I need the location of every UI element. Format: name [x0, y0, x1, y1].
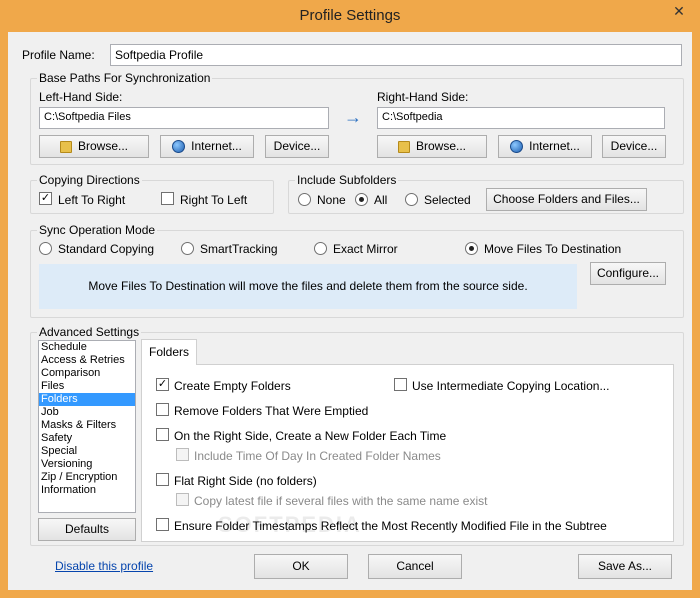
exact-mirror-radio[interactable] [314, 242, 327, 255]
arrow-right-icon: → [344, 107, 362, 127]
advanced-category-item[interactable]: Information [39, 484, 135, 497]
close-icon[interactable]: ✕ [664, 1, 694, 23]
folder-icon [397, 140, 410, 153]
advanced-category-list[interactable]: Schedule Access & Retries Comparison Files F… [38, 340, 136, 513]
new-folder-each-time-checkbox[interactable] [156, 428, 169, 441]
sync-mode-title: Sync Operation Mode [37, 223, 158, 237]
subfolders-all-radio[interactable] [355, 193, 368, 206]
advanced-category-item[interactable]: Versioning [39, 458, 135, 471]
advanced-category-item[interactable]: Zip / Encryption [39, 471, 135, 484]
move-files-radio[interactable] [465, 242, 478, 255]
right-path-input[interactable]: C:\Softpedia [377, 107, 665, 129]
base-paths-title: Base Paths For Synchronization [37, 71, 213, 85]
save-as-button[interactable]: Save As... [578, 554, 672, 579]
globe-icon [510, 140, 524, 154]
flat-right-side-checkbox[interactable] [156, 473, 169, 486]
defaults-button[interactable]: Defaults [38, 518, 136, 541]
advanced-category-item[interactable]: Access & Retries [39, 354, 135, 367]
include-time-checkbox[interactable] [176, 448, 189, 461]
right-internet-label: Internet... [529, 139, 580, 153]
subfolders-none-radio[interactable] [298, 193, 311, 206]
tab-folders[interactable]: Folders [141, 339, 197, 365]
new-folder-each-time-label: On the Right Side, Create a New Folder E… [174, 429, 447, 443]
left-to-right-checkbox[interactable]: ✓ [39, 192, 52, 205]
smarttracking-radio[interactable] [181, 242, 194, 255]
move-files-label: Move Files To Destination [484, 242, 622, 256]
right-device-button[interactable]: Device... [602, 135, 666, 158]
subfolders-selected-radio[interactable] [405, 193, 418, 206]
left-to-right-label: Left To Right [58, 193, 126, 207]
folder-icon [59, 140, 72, 153]
globe-icon [172, 140, 186, 154]
advanced-category-item[interactable]: Safety [39, 432, 135, 445]
intermediate-location-label: Use Intermediate Copying Location... [412, 379, 610, 393]
left-browse-button[interactable]: Browse... [39, 135, 149, 158]
advanced-settings-title: Advanced Settings [37, 325, 142, 339]
left-path-input[interactable]: C:\Softpedia Files [39, 107, 329, 129]
left-internet-label: Internet... [191, 139, 242, 153]
right-to-left-label: Right To Left [180, 193, 248, 207]
create-empty-folders-checkbox[interactable]: ✓ [156, 378, 169, 391]
intermediate-location-checkbox[interactable] [394, 378, 407, 391]
flat-right-side-label: Flat Right Side (no folders) [174, 474, 317, 488]
window-title: Profile Settings [299, 7, 401, 24]
sync-mode-description: Move Files To Destination will move the … [39, 264, 577, 309]
left-internet-button[interactable]: Internet... [160, 135, 254, 158]
exact-mirror-label: Exact Mirror [333, 242, 398, 256]
right-internet-button[interactable]: Internet... [498, 135, 592, 158]
choose-folders-button[interactable]: Choose Folders and Files... [486, 188, 647, 211]
include-time-label: Include Time Of Day In Created Folder Na… [194, 449, 441, 463]
left-browse-label: Browse... [77, 139, 128, 153]
right-browse-label: Browse... [415, 139, 466, 153]
copy-latest-checkbox[interactable] [176, 493, 189, 506]
subfolders-selected-label: Selected [424, 193, 471, 207]
copy-latest-label: Copy latest file if several files with t… [194, 494, 488, 508]
standard-copying-radio[interactable] [39, 242, 52, 255]
right-browse-button[interactable]: Browse... [377, 135, 487, 158]
subfolders-none-label: None [317, 193, 346, 207]
advanced-category-item[interactable]: Folders [39, 393, 135, 406]
left-device-button[interactable]: Device... [265, 135, 329, 158]
remove-emptied-label: Remove Folders That Were Emptied [174, 404, 369, 418]
include-subfolders-title: Include Subfolders [295, 173, 399, 187]
standard-copying-label: Standard Copying [58, 242, 155, 256]
smarttracking-label: SmartTracking [200, 242, 278, 256]
right-to-left-checkbox[interactable] [161, 192, 174, 205]
left-side-label: Left-Hand Side: [39, 90, 123, 104]
watermark-text: SOFTPEDIA [218, 512, 362, 537]
configure-button[interactable]: Configure... [590, 262, 666, 285]
copying-directions-title: Copying Directions [37, 173, 142, 187]
remove-emptied-checkbox[interactable] [156, 403, 169, 416]
cancel-button[interactable]: Cancel [368, 554, 462, 579]
advanced-category-item[interactable]: Masks & Filters [39, 419, 135, 432]
profile-name-label: Profile Name: [22, 48, 95, 62]
create-empty-folders-label: Create Empty Folders [174, 379, 291, 393]
advanced-category-item[interactable]: Job [39, 406, 135, 419]
advanced-category-item[interactable]: Schedule [39, 341, 135, 354]
advanced-category-item[interactable]: Comparison [39, 367, 135, 380]
disable-profile-link[interactable]: Disable this profile [55, 559, 153, 573]
advanced-category-item[interactable]: Files [39, 380, 135, 393]
title-bar[interactable]: Profile Settings ✕ [0, 0, 700, 32]
right-side-label: Right-Hand Side: [377, 90, 469, 104]
dialog-client: Profile Name: Softpedia Profile Base Pat… [8, 32, 692, 590]
subfolders-all-label: All [374, 193, 388, 207]
folder-timestamps-checkbox[interactable] [156, 518, 169, 531]
profile-name-input[interactable]: Softpedia Profile [110, 44, 682, 66]
advanced-category-item[interactable]: Special [39, 445, 135, 458]
ok-button[interactable]: OK [254, 554, 348, 579]
profile-settings-window: Profile Settings ✕ Profile Name: Softped… [0, 0, 700, 598]
